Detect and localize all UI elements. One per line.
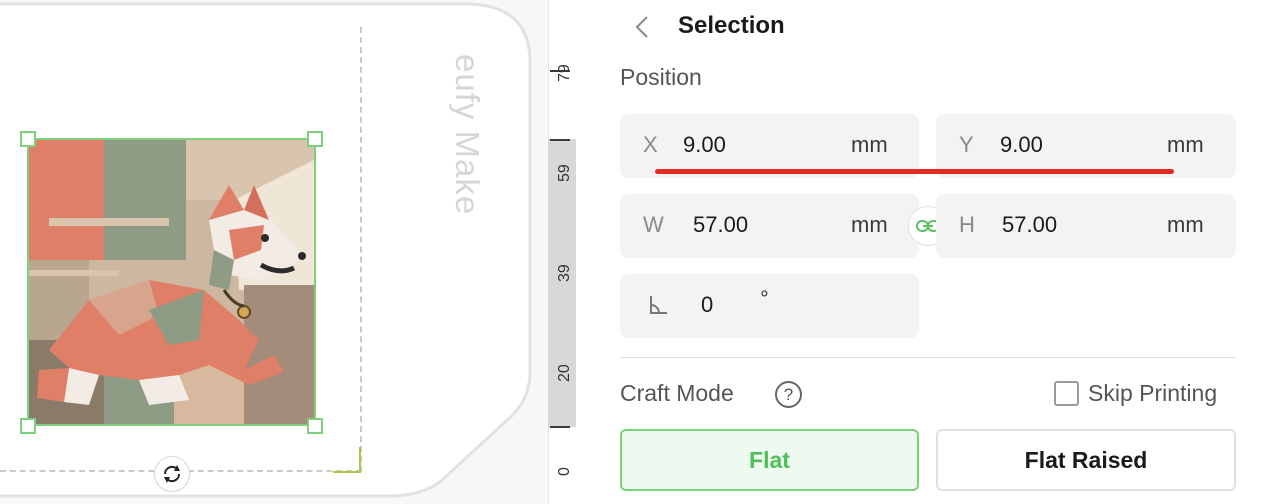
position-label: Position xyxy=(620,64,702,90)
height-field[interactable]: H 57.00 mm xyxy=(936,194,1236,258)
rotation-field[interactable]: 0 ° xyxy=(620,274,919,338)
rotation-unit: ° xyxy=(760,286,769,311)
selected-image[interactable] xyxy=(27,138,316,426)
ruler-label: 59 xyxy=(556,164,573,182)
skip-printing-checkbox[interactable] xyxy=(1054,381,1079,406)
flat-raised-mode-button[interactable]: Flat Raised xyxy=(936,429,1236,491)
back-chevron-icon[interactable] xyxy=(632,14,654,40)
annotation-underline xyxy=(655,169,1174,174)
resize-handle-top-left[interactable] xyxy=(20,131,36,147)
help-icon[interactable]: ? xyxy=(775,381,802,408)
panel-title: Selection xyxy=(678,12,785,39)
width-axis-label: W xyxy=(643,212,664,237)
corgi-artwork xyxy=(29,140,314,424)
ruler-label: 79 xyxy=(556,64,573,82)
brand-watermark: eufy Make xyxy=(449,54,486,216)
width-value[interactable]: 57.00 xyxy=(693,212,748,238)
ruler-label: 20 xyxy=(556,364,573,382)
ruler-tick xyxy=(550,426,570,428)
height-value[interactable]: 57.00 xyxy=(1002,212,1057,238)
rotate-icon xyxy=(163,465,181,483)
width-unit: mm xyxy=(851,212,888,237)
height-axis-label: H xyxy=(959,212,975,237)
resize-handle-bottom-right[interactable] xyxy=(307,418,323,434)
x-axis-label: X xyxy=(643,132,658,157)
width-field[interactable]: W 57.00 mm xyxy=(620,194,919,258)
y-axis-label: Y xyxy=(959,132,974,157)
y-value[interactable]: 9.00 xyxy=(1000,132,1043,158)
rotation-value[interactable]: 0 xyxy=(701,292,713,318)
angle-icon xyxy=(650,296,667,314)
flat-mode-button[interactable]: Flat xyxy=(620,429,919,491)
y-unit: mm xyxy=(1167,132,1204,157)
ruler-selection-range xyxy=(548,139,576,427)
resize-handle-top-right[interactable] xyxy=(307,131,323,147)
x-value[interactable]: 9.00 xyxy=(683,132,726,158)
x-unit: mm xyxy=(851,132,888,157)
ruler-label: 0 xyxy=(556,467,573,476)
craft-mode-label: Craft Mode xyxy=(620,380,734,406)
rotate-handle[interactable] xyxy=(154,456,190,492)
ruler-label: 39 xyxy=(556,264,573,282)
resize-handle-bottom-left[interactable] xyxy=(20,418,36,434)
ruler-tick xyxy=(550,139,570,141)
design-canvas[interactable]: eufy Make xyxy=(0,0,548,504)
skip-printing-label[interactable]: Skip Printing xyxy=(1088,380,1217,407)
section-divider xyxy=(620,357,1236,358)
height-unit: mm xyxy=(1167,212,1204,237)
print-area-corner xyxy=(333,447,361,473)
